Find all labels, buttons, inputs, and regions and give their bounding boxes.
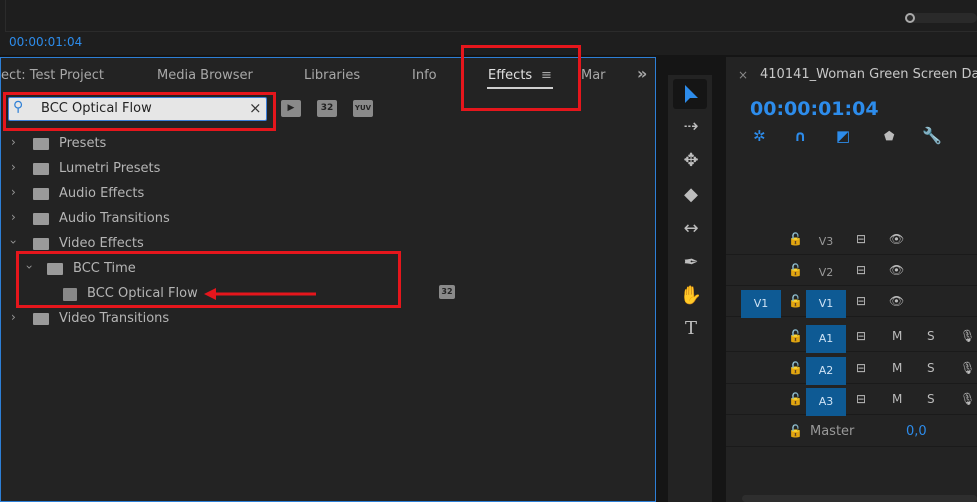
tree-item-presets[interactable]: › Presets (1, 133, 651, 155)
microphone-icon[interactable]: 🎙 (960, 361, 975, 375)
tab-media-browser[interactable]: Media Browser (157, 68, 253, 83)
tree-item-video-transitions[interactable]: › Video Transitions (1, 308, 651, 330)
lock-icon[interactable]: 🔓 (788, 294, 803, 308)
chevron-right-icon[interactable]: › (11, 135, 16, 149)
tree-label: Audio Effects (59, 186, 145, 201)
folder-icon (33, 163, 49, 175)
master-label: Master (810, 424, 855, 439)
lock-icon[interactable]: 🔓 (788, 392, 803, 406)
selection-tool-button[interactable] (673, 79, 707, 109)
track-label[interactable]: V1 (806, 290, 846, 318)
linked-selection-icon[interactable]: ◩ (836, 127, 850, 145)
sync-lock-icon[interactable]: ⊟ (856, 329, 866, 343)
tab-info[interactable]: Info (412, 68, 437, 83)
track-v2: 🔓 V2 ⊟ 👁 (726, 256, 977, 286)
eye-icon[interactable]: 👁 (889, 232, 904, 246)
arrow-annotation-icon (204, 288, 316, 300)
snap-magnet-icon[interactable]: ∩ (794, 127, 806, 145)
razor-tool-icon[interactable]: ◆ (678, 184, 704, 205)
sync-lock-icon[interactable]: ⊟ (856, 392, 866, 406)
folder-icon (33, 238, 49, 250)
solo-button[interactable]: S (927, 392, 935, 406)
eye-icon[interactable]: 👁 (889, 263, 904, 277)
source-patch-v1[interactable]: V1 (741, 290, 781, 318)
monitor-frame (5, 0, 977, 32)
master-volume-value[interactable]: 0,0 (906, 424, 927, 439)
close-sequence-icon[interactable]: × (738, 68, 748, 82)
pen-tool-icon[interactable]: ✒ (678, 252, 704, 273)
track-a2: 🔓 A2 ⊟ M S 🎙 (726, 354, 977, 385)
lock-icon[interactable]: 🔓 (788, 263, 803, 277)
tree-label: Video Effects (59, 236, 144, 251)
folder-icon (33, 313, 49, 325)
lock-icon[interactable]: 🔓 (788, 232, 803, 246)
yuv-filter-icon[interactable]: YUV (353, 100, 373, 117)
ripple-edit-tool-icon[interactable]: ✥ (678, 150, 704, 171)
scroll-handle[interactable] (905, 13, 915, 23)
tree-item-audio-transitions[interactable]: › Audio Transitions (1, 208, 651, 230)
chevron-right-icon[interactable]: › (11, 310, 16, 324)
solo-button[interactable]: S (927, 329, 935, 343)
accelerated-effects-filter-icon[interactable]: ▶ (281, 100, 301, 117)
eye-icon[interactable]: 👁 (889, 294, 904, 308)
lock-icon[interactable]: 🔓 (788, 329, 803, 343)
chevron-right-icon[interactable]: › (11, 210, 16, 224)
tree-label: Audio Transitions (59, 211, 170, 226)
lock-icon[interactable]: 🔓 (788, 424, 803, 438)
track-master: 🔓 Master 0,0 (726, 417, 977, 447)
track-v3: 🔓 V3 ⊟ 👁 (726, 225, 977, 255)
sequence-tab[interactable]: 410141_Woman Green Screen Danci (760, 67, 977, 82)
folder-icon (33, 213, 49, 225)
timeline-scrollbar[interactable] (742, 495, 977, 502)
sync-lock-icon[interactable]: ⊟ (856, 232, 866, 246)
track-label[interactable]: A1 (806, 325, 846, 353)
microphone-icon[interactable]: 🎙 (960, 392, 975, 406)
sync-lock-icon[interactable]: ⊟ (856, 361, 866, 375)
track-label[interactable]: V2 (806, 259, 846, 287)
zoom-scrollbar[interactable] (905, 13, 977, 23)
track-label[interactable]: V3 (806, 228, 846, 256)
solo-button[interactable]: S (927, 361, 935, 375)
tab-project[interactable]: ect: Test Project (1, 68, 104, 83)
32-bit-filter-icon[interactable]: 32 (317, 100, 337, 117)
type-tool-icon[interactable]: T (678, 318, 704, 339)
chevron-right-icon[interactable]: › (11, 185, 16, 199)
sync-lock-icon[interactable]: ⊟ (856, 294, 866, 308)
track-label[interactable]: A3 (806, 388, 846, 416)
folder-icon (33, 188, 49, 200)
wrench-icon[interactable]: 🔧 (922, 126, 942, 145)
highlight-box-effects-tab (461, 45, 581, 111)
playhead-timecode[interactable]: 00:00:01:04 (9, 35, 82, 49)
tab-libraries[interactable]: Libraries (304, 68, 360, 83)
tree-item-audio-effects[interactable]: › Audio Effects (1, 183, 651, 205)
selection-arrow-icon (685, 85, 698, 103)
slip-tool-icon[interactable]: ↔ (678, 218, 704, 239)
chevron-right-icon[interactable]: › (11, 160, 16, 174)
mute-button[interactable]: M (892, 392, 902, 406)
tab-markers[interactable]: Mar (581, 68, 606, 83)
nest-sequence-icon[interactable]: ✲ (753, 127, 766, 145)
track-label[interactable]: A2 (806, 357, 846, 385)
32-bit-badge-icon: 32 (439, 285, 455, 299)
tree-label: Video Transitions (59, 311, 170, 326)
folder-icon (33, 138, 49, 150)
tree-label: Lumetri Presets (59, 161, 161, 176)
track-a3: 🔓 A3 ⊟ M S 🎙 (726, 385, 977, 416)
sync-lock-icon[interactable]: ⊟ (856, 263, 866, 277)
track-v1: V1 🔓 V1 ⊟ 👁 (726, 287, 977, 318)
chevron-down-icon[interactable]: › (6, 240, 20, 245)
lock-icon[interactable]: 🔓 (788, 361, 803, 375)
add-marker-icon[interactable]: ⬟ (884, 129, 894, 143)
mute-button[interactable]: M (892, 329, 902, 343)
track-a1: 🔓 A1 ⊟ M S 🎙 (726, 322, 977, 353)
tree-label: Presets (59, 136, 107, 151)
mute-button[interactable]: M (892, 361, 902, 375)
highlight-box-search (3, 92, 276, 131)
microphone-icon[interactable]: 🎙 (960, 329, 975, 343)
track-select-tool-icon[interactable]: ⇢ (678, 116, 704, 137)
overflow-tabs-icon[interactable]: » (637, 64, 647, 83)
hand-tool-icon[interactable]: ✋ (678, 285, 704, 306)
timeline-timecode[interactable]: 00:00:01:04 (750, 98, 879, 120)
tree-item-lumetri-presets[interactable]: › Lumetri Presets (1, 158, 651, 180)
